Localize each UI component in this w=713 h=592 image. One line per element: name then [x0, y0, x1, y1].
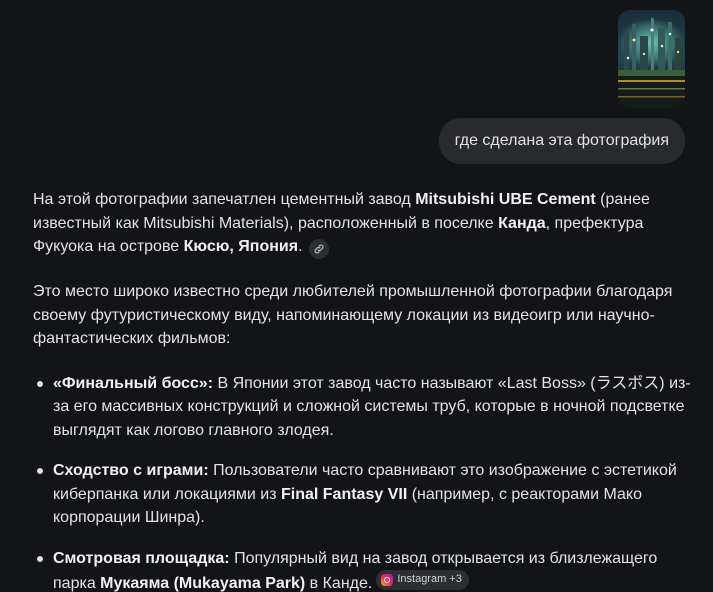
bullet-label: «Финальный босс»:: [53, 374, 214, 392]
response-bullet-list: «Финальный босс»: В Японии этот завод ча…: [33, 372, 693, 592]
bullet-label: Смотровая площадка:: [53, 549, 230, 567]
bold-company-name: Mitsubishi UBE Cement: [415, 191, 596, 208]
response-paragraph-intro: На этой фотографии запечатлен цементный …: [33, 188, 693, 259]
source-link-button[interactable]: [308, 239, 329, 259]
source-chip-label: Instagram +3: [397, 573, 462, 586]
bold-game-title: Final Fantasy VII: [281, 485, 408, 503]
uploaded-photo-thumbnail[interactable]: [618, 10, 685, 108]
text-segment: На этой фотографии запечатлен цементный …: [33, 191, 416, 208]
bullet-text: в Канде.: [305, 575, 373, 592]
response-paragraph-context: Это место широко известно среди любителе…: [33, 283, 673, 347]
bold-location: Кюсю, Япония: [183, 238, 299, 255]
bold-town-name: Канда: [498, 214, 546, 232]
bullet-label: Сходство с играми:: [53, 462, 209, 479]
user-message-bubble: где сделана эта фотография: [438, 118, 685, 164]
assistant-response: На этой фотографии запечатлен цементный …: [33, 188, 693, 592]
chat-view: где сделана эта фотография На этой фотог…: [0, 0, 713, 592]
list-item-games: Сходство с играми: Пользователи часто ср…: [33, 459, 693, 530]
link-icon: [314, 244, 323, 254]
bold-park-name: Мукаяма (Mukayama Park): [100, 575, 306, 592]
factory-night-photo: [618, 10, 685, 108]
source-chip-instagram[interactable]: Instagram +3: [376, 570, 469, 590]
text-segment: .: [298, 238, 303, 255]
instagram-icon: [381, 574, 394, 586]
list-item-final-boss: «Финальный босс»: В Японии этот завод ча…: [33, 372, 693, 443]
list-item-viewpoint: Смотровая площадка: Популярный вид на за…: [33, 547, 693, 592]
user-message-text: где сделана эта фотография: [454, 132, 669, 149]
